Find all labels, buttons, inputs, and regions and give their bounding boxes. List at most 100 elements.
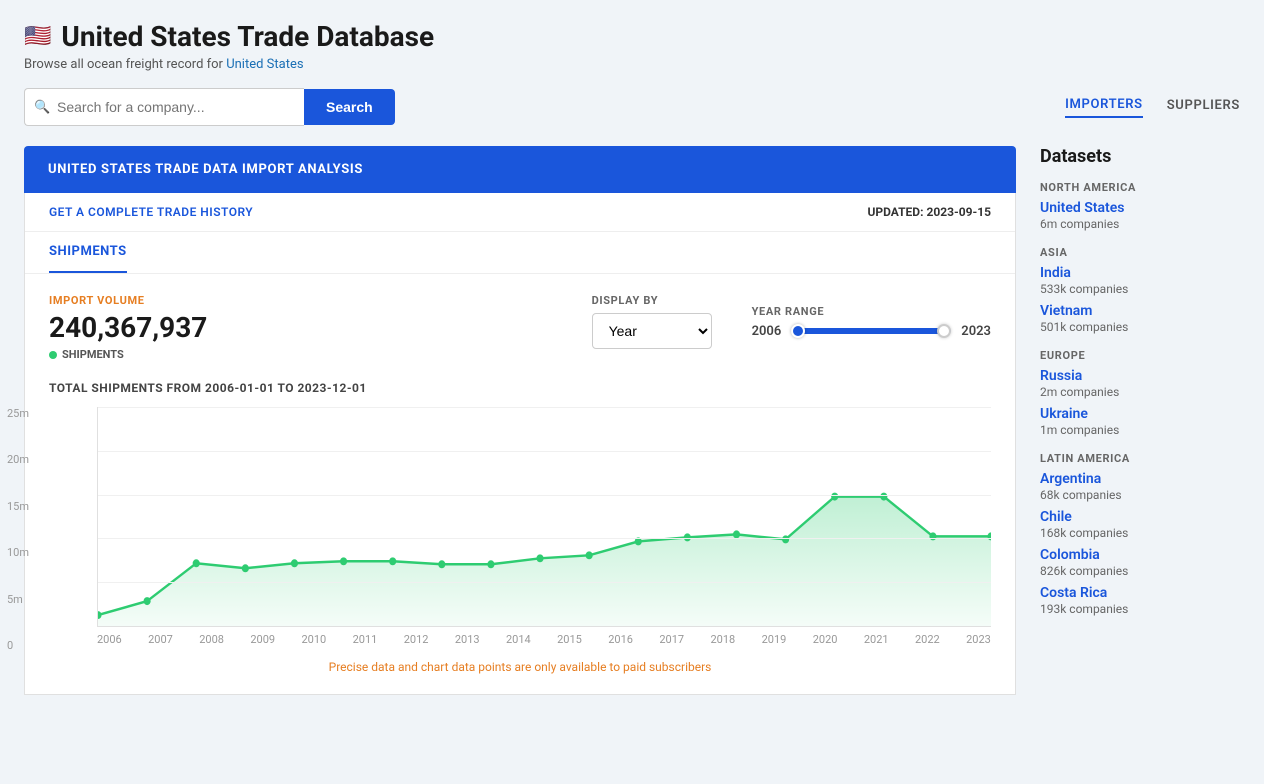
dataset-link-united-states[interactable]: United States [1040,200,1240,216]
sidebar: Datasets NORTH AMERICA United States 6m … [1040,146,1240,695]
subtitle-link[interactable]: United States [226,57,303,72]
chart-gridlines [98,407,991,626]
chart-y-labels: 25m 20m 15m 10m 5m 0 [7,407,29,652]
tab-shipments[interactable]: SHIPMENTS [49,232,127,273]
x-label-2010: 2010 [302,633,327,646]
dataset-count-vietnam: 501k companies [1040,320,1128,334]
y-label-20m: 20m [7,453,29,466]
tab-importers[interactable]: IMPORTERS [1065,97,1143,118]
updated-date: 2023-09-15 [926,205,991,219]
search-input-wrapper: 🔍 [24,88,304,126]
y-label-15m: 15m [7,500,29,513]
dataset-item-argentina: Argentina 68k companies [1040,471,1240,503]
range-thumb-left[interactable] [791,324,805,338]
main-card: GET A COMPLETE TRADE HISTORY UPDATED: 20… [24,193,1016,695]
range-track[interactable] [791,328,951,334]
x-label-2013: 2013 [455,633,480,646]
dataset-link-argentina[interactable]: Argentina [1040,471,1240,487]
dataset-count-chile: 168k companies [1040,526,1128,540]
x-label-2011: 2011 [353,633,378,646]
chart-container [97,407,991,627]
tab-suppliers[interactable]: SUPPLIERS [1167,98,1240,117]
year-end: 2023 [961,324,991,339]
search-button[interactable]: Search [304,89,395,125]
import-volume: IMPORT VOLUME 240,367,937 SHIPMENTS [49,294,552,361]
updated-text: UPDATED: 2023-09-15 [867,205,991,219]
metrics-row: IMPORT VOLUME 240,367,937 SHIPMENTS DISP… [25,274,1015,381]
dataset-count-russia: 2m companies [1040,385,1119,399]
x-label-2008: 2008 [199,633,224,646]
dataset-item-united-states: United States 6m companies [1040,200,1240,232]
search-icon: 🔍 [34,100,50,115]
chart-title: TOTAL SHIPMENTS FROM 2006-01-01 TO 2023-… [49,381,991,395]
year-start: 2006 [752,324,782,339]
header: 🇺🇸 United States Trade Database Browse a… [24,20,1240,72]
dataset-link-india[interactable]: India [1040,265,1240,281]
chart-section: TOTAL SHIPMENTS FROM 2006-01-01 TO 2023-… [25,381,1015,694]
page-title: United States Trade Database [61,20,434,53]
dataset-item-vietnam: Vietnam 501k companies [1040,303,1240,335]
x-label-2012: 2012 [404,633,429,646]
dataset-item-russia: Russia 2m companies [1040,368,1240,400]
search-input[interactable] [24,88,304,126]
dataset-link-chile[interactable]: Chile [1040,509,1240,525]
trade-history-link[interactable]: GET A COMPLETE TRADE HISTORY [49,205,253,219]
display-by-label: DISPLAY BY [592,294,712,307]
dataset-link-ukraine[interactable]: Ukraine [1040,406,1240,422]
display-by-select[interactable]: Year Month Quarter [592,313,712,349]
trade-history-bar: GET A COMPLETE TRADE HISTORY UPDATED: 20… [25,193,1015,232]
y-label-0: 0 [7,639,29,652]
x-label-2021: 2021 [864,633,889,646]
shipments-badge: SHIPMENTS [49,348,552,361]
dataset-link-costa-rica[interactable]: Costa Rica [1040,585,1240,601]
x-label-2020: 2020 [813,633,838,646]
import-number: 240,367,937 [49,311,552,344]
x-label-2017: 2017 [659,633,684,646]
banner-title: UNITED STATES TRADE DATA IMPORT ANALYSIS [48,162,363,177]
x-label-2006: 2006 [97,633,122,646]
controls-area: DISPLAY BY Year Month Quarter YEAR RANGE… [592,294,991,349]
y-label-25m: 25m [7,407,29,420]
dataset-count-argentina: 68k companies [1040,488,1122,502]
main-content: UNITED STATES TRADE DATA IMPORT ANALYSIS… [24,146,1016,695]
chart-footer-note: Precise data and chart data points are o… [49,660,991,674]
x-label-2022: 2022 [915,633,940,646]
dataset-link-colombia[interactable]: Colombia [1040,547,1240,563]
year-range: 2006 2023 [752,324,991,339]
dataset-item-costa-rica: Costa Rica 193k companies [1040,585,1240,617]
x-label-2007: 2007 [148,633,173,646]
green-dot-icon [49,351,57,359]
y-label-10m: 10m [7,546,29,559]
subtitle: Browse all ocean freight record for Unit… [24,57,304,72]
y-label-5m: 5m [7,593,29,606]
dataset-count-united-states: 6m companies [1040,217,1119,231]
year-range-label: YEAR RANGE [752,305,991,318]
tabs-row: SHIPMENTS [25,232,1015,274]
x-label-2019: 2019 [762,633,787,646]
flag-icon: 🇺🇸 [24,24,51,49]
sidebar-title: Datasets [1040,146,1240,167]
chart-x-labels: 2006 2007 2008 2009 2010 2011 2012 2013 … [97,627,991,652]
x-label-2015: 2015 [557,633,582,646]
x-label-2016: 2016 [608,633,633,646]
region-latin-america-label: LATIN AMERICA [1040,452,1240,465]
region-asia-label: ASIA [1040,246,1240,259]
dataset-item-ukraine: Ukraine 1m companies [1040,406,1240,438]
year-range-control: YEAR RANGE 2006 2023 [752,305,991,339]
display-by-control: DISPLAY BY Year Month Quarter [592,294,712,349]
nav-tabs: IMPORTERS SUPPLIERS [1065,97,1240,118]
dataset-count-india: 533k companies [1040,282,1128,296]
import-label: IMPORT VOLUME [49,294,552,307]
dataset-item-colombia: Colombia 826k companies [1040,547,1240,579]
x-label-2023: 2023 [966,633,991,646]
region-europe-label: EUROPE [1040,349,1240,362]
dataset-count-costa-rica: 193k companies [1040,602,1128,616]
dataset-link-vietnam[interactable]: Vietnam [1040,303,1240,319]
banner: UNITED STATES TRADE DATA IMPORT ANALYSIS [24,146,1016,193]
x-label-2009: 2009 [250,633,275,646]
x-label-2014: 2014 [506,633,531,646]
region-north-america-label: NORTH AMERICA [1040,181,1240,194]
dataset-item-chile: Chile 168k companies [1040,509,1240,541]
dataset-link-russia[interactable]: Russia [1040,368,1240,384]
range-thumb-right[interactable] [937,324,951,338]
